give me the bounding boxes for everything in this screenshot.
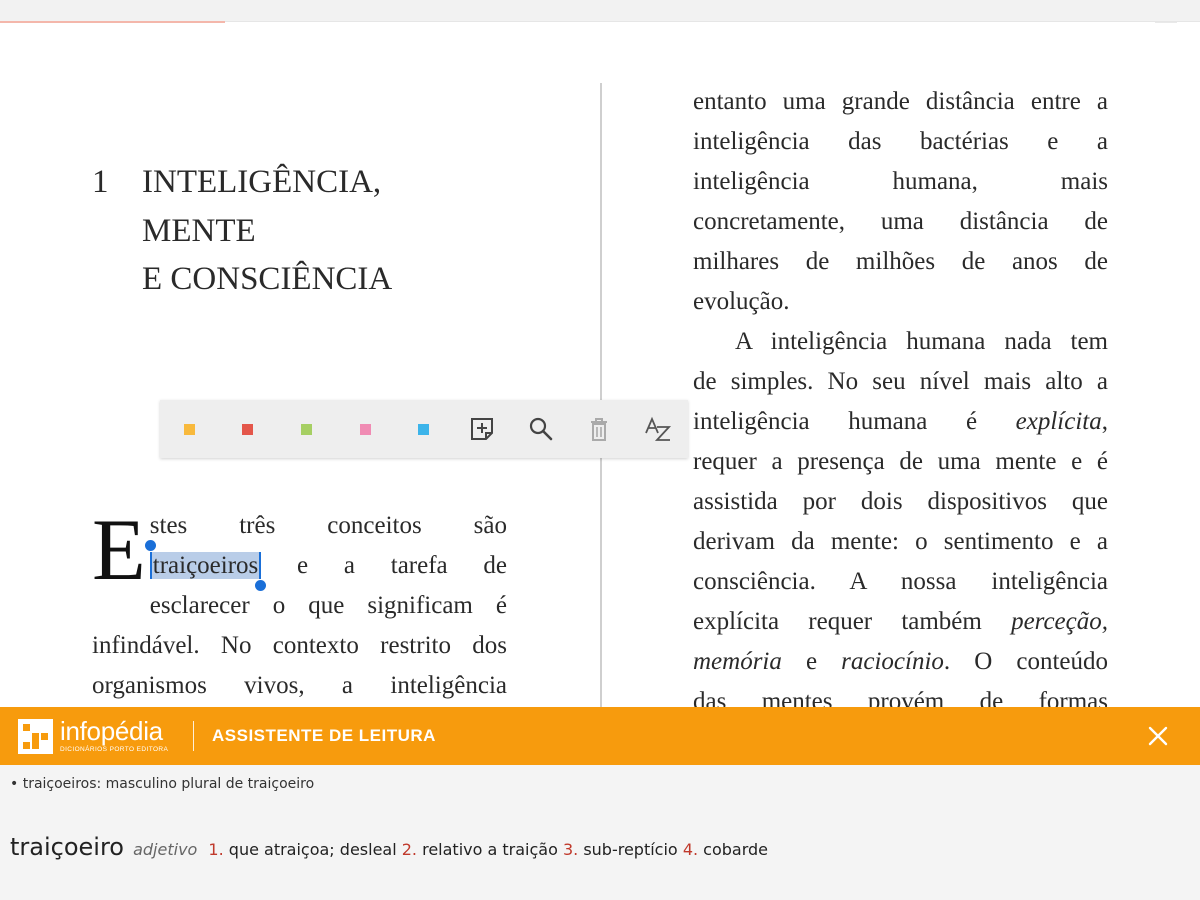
search-icon [529,417,553,441]
text-segment: explícita requer também [693,608,982,635]
book-spread: 1 INTELIGÊNCIA, MENTE E CONSCIÊNCIA E st… [0,23,1200,708]
text-line: evolução. [693,288,790,315]
text-line: das mentes provém de formas [693,688,1108,708]
chapter-title: INTELIGÊNCIA, MENTE E CONSCIÊNCIA [142,158,472,304]
dictionary-panel: • traiçoeiros: masculino plural de traiç… [0,765,1200,900]
text-line: de simples. No seu nível mais alto a [693,368,1108,395]
highlight-green-button[interactable] [277,400,336,458]
trash-icon [591,418,608,441]
text-segment: inteligência humana é [693,408,978,435]
color-swatch [300,423,312,435]
text-line: stes três conceitos são [149,512,507,539]
sense-number: 3. [562,840,579,859]
text-segment: e [805,648,818,675]
text-line: esclarecer o que significam é [149,592,507,619]
color-swatch [418,423,430,435]
text-line: concretamente, uma distância de [693,208,1108,235]
chapter-title-line: E CONSCIÊNCIA [142,261,393,297]
italic-text: raciocínio [841,648,944,675]
italic-text: perceção, [1011,608,1108,635]
right-page-text[interactable]: entanto uma grande distância entre a int… [693,82,1108,708]
italic-text: explícita [1015,408,1102,435]
sense-number: 2. [401,840,418,859]
text-line: explícita requer também perceção, [693,602,1108,642]
text-line: inteligência humana é explícita, [693,402,1108,442]
text-line: memória e raciocínio. O conteúdo [693,642,1108,682]
color-swatch [359,423,371,435]
highlight-red-button[interactable] [219,400,278,458]
text-line: A inteligência humana nada tem [735,328,1108,355]
brand-subtitle: DICIONÁRIOS PORTO EDITORA [60,746,169,753]
reading-assistant-bar: infopédia DICIONÁRIOS PORTO EDITORA ASSI… [0,707,1200,765]
search-button[interactable] [512,400,571,458]
color-swatch [183,423,195,435]
sense-text: sub-reptício [583,840,678,859]
sense-text: que atraiçoa; desleal [228,840,397,859]
text-line: infindável. No contexto restrito dos [92,632,507,659]
delete-button[interactable] [570,400,629,458]
selected-word[interactable]: traiçoeiros [144,540,267,591]
sense-text: relativo a traição [422,840,558,859]
text-line: requer a presença de uma mente e é [693,448,1108,475]
dictionary-entry: traiçoeiro adjetivo 1. que atraiçoa; des… [10,833,768,861]
text-line: traiçoeiros e a tarefa de [92,540,507,591]
close-icon[interactable] [1146,724,1170,748]
headword: traiçoeiro [10,833,124,861]
sense-text: cobarde [703,840,769,859]
dictionary-button[interactable] [629,400,688,458]
text-segment: , [1101,408,1108,435]
text-segment: e a tarefa de [297,552,507,579]
text-line: inteligência humana, mais [693,168,1108,195]
highlight-pink-button[interactable] [336,400,395,458]
add-note-icon [471,418,494,440]
selection-start-handle[interactable] [144,540,156,551]
inflection-note: • traiçoeiros: masculino plural de traiç… [10,776,315,792]
brand-name: infopédia [60,716,163,746]
text-segment: . O conteúdo [943,648,1109,675]
sense-number: 4. [682,840,699,859]
text-line: derivam da mente: o sentimento e a [693,528,1108,555]
highlight-blue-button[interactable] [394,400,453,458]
selection-toolbar [160,400,688,458]
page-divider [600,83,602,708]
text-line: assistida por dois dispositivos que [693,488,1108,515]
highlight-yellow-button[interactable] [160,400,219,458]
italic-segment: explícita [1016,408,1102,435]
infopedia-logo-icon [18,719,53,754]
reader-top-bar [0,0,1200,22]
text-line: inteligência das bactérias e a [693,128,1108,155]
text-line: milhares de milhões de anos de [693,248,1108,275]
text-line: consciência. A nossa inteligência [693,568,1108,595]
add-note-button[interactable] [453,400,512,458]
italic-text: memória [693,648,782,675]
assistant-title: ASSISTENTE DE LEITURA [212,726,436,745]
chapter-title-line: MENTE [142,212,256,249]
selected-word-text: traiçoeiros [152,552,259,579]
chapter-number: 1 [92,164,109,200]
sense-number: 1. [208,840,224,859]
header-separator [193,721,194,751]
dictionary-az-icon [645,416,672,441]
text-line: entanto uma grande distância entre a [693,88,1108,115]
text-line: organismos vivos, a inteligência [92,672,507,699]
chapter-title-line: INTELIGÊNCIA, [142,164,382,200]
color-swatch [242,423,254,435]
drop-cap: E [92,502,146,599]
part-of-speech: adjetivo [133,840,198,859]
left-page-text[interactable]: E stes três conceitos são traiçoeiros e … [92,506,507,706]
